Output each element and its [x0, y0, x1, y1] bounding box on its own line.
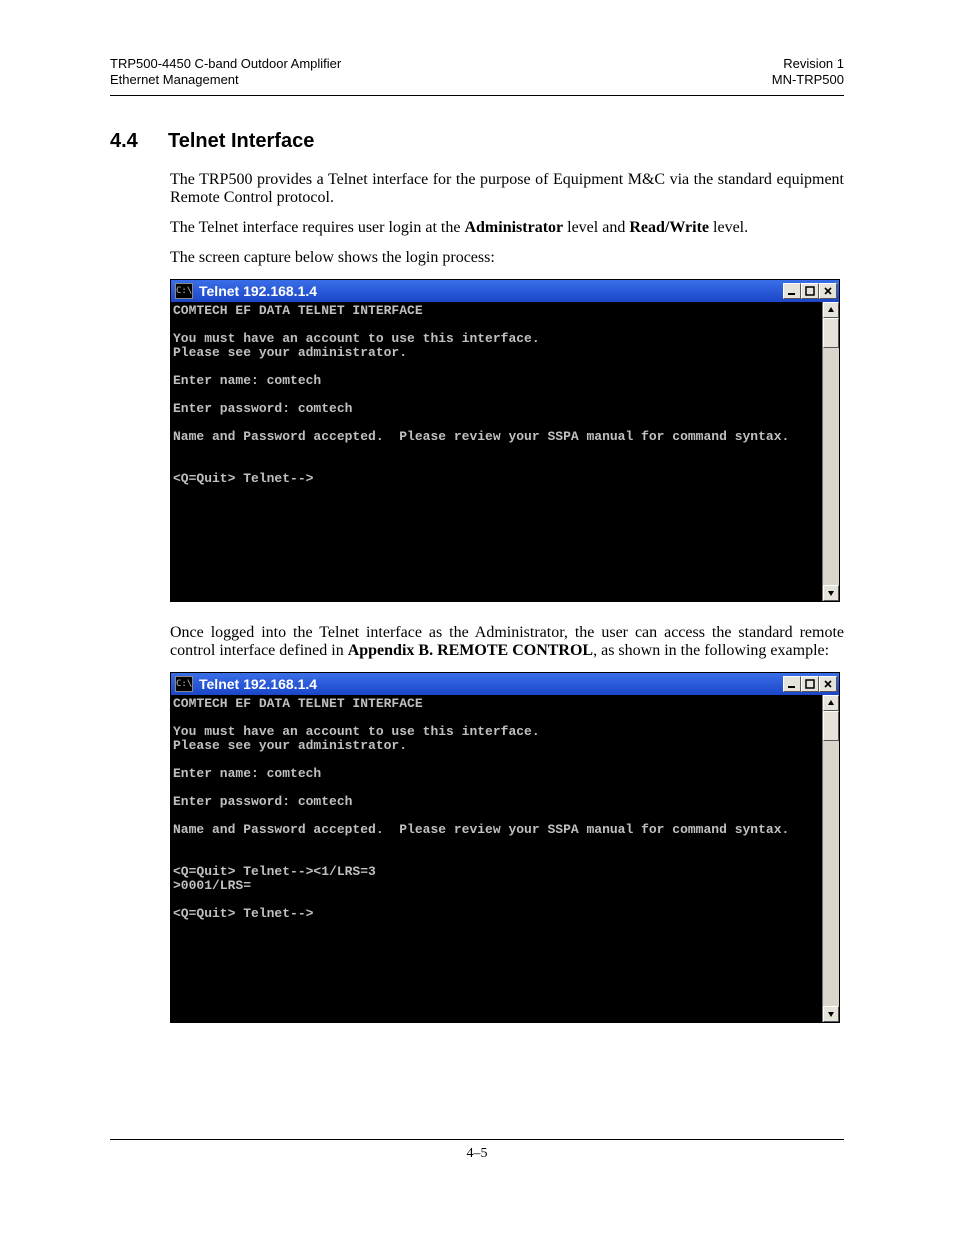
system-menu-icon[interactable]: C:\	[175, 676, 193, 692]
arrow-up-icon	[827, 306, 835, 314]
window-title: Telnet 192.168.1.4	[199, 283, 783, 299]
system-menu-icon[interactable]: C:\	[175, 283, 193, 299]
maximize-icon	[805, 679, 815, 689]
window-buttons	[783, 676, 837, 692]
scrollbar-thumb[interactable]	[823, 318, 839, 348]
arrow-down-icon	[827, 589, 835, 597]
arrow-down-icon	[827, 1010, 835, 1018]
header-left: TRP500-4450 C-band Outdoor Amplifier Eth…	[110, 56, 341, 89]
header-product: TRP500-4450 C-band Outdoor Amplifier	[110, 56, 341, 72]
paragraph-1: The TRP500 provides a Telnet interface f…	[170, 171, 844, 207]
titlebar[interactable]: C:\ Telnet 192.168.1.4	[171, 280, 839, 302]
minimize-icon	[787, 286, 797, 296]
scroll-up-button[interactable]	[823, 695, 839, 711]
scrollbar-track[interactable]	[823, 741, 839, 1006]
arrow-up-icon	[827, 699, 835, 707]
header-revision: Revision 1	[772, 56, 844, 72]
header-right: Revision 1 MN-TRP500	[772, 56, 844, 89]
text: level and	[563, 219, 629, 236]
scrollbar[interactable]	[822, 302, 839, 601]
bold-text: Administrator	[464, 219, 563, 236]
bold-text: Read/Write	[629, 219, 709, 236]
console-area: COMTECH EF DATA TELNET INTERFACE You mus…	[171, 695, 839, 1022]
section-number: 4.4	[110, 130, 168, 153]
text: , as shown in the following example:	[593, 642, 829, 659]
paragraph-2: The Telnet interface requires user login…	[170, 219, 844, 237]
header-docnum: MN-TRP500	[772, 72, 844, 88]
minimize-icon	[787, 679, 797, 689]
text: The Telnet interface requires user login…	[170, 219, 464, 236]
section-title: Telnet Interface	[168, 130, 314, 152]
scrollbar-track[interactable]	[823, 348, 839, 585]
console-output[interactable]: COMTECH EF DATA TELNET INTERFACE You mus…	[171, 302, 822, 601]
telnet-window-2: C:\ Telnet 192.168.1.4 COMTECH EF DATA T…	[170, 672, 840, 1023]
telnet-window-1: C:\ Telnet 192.168.1.4 COMTECH EF DATA T…	[170, 279, 840, 602]
body-text: The TRP500 provides a Telnet interface f…	[170, 171, 844, 1023]
scroll-up-button[interactable]	[823, 302, 839, 318]
titlebar[interactable]: C:\ Telnet 192.168.1.4	[171, 673, 839, 695]
maximize-button[interactable]	[801, 676, 819, 692]
close-icon	[823, 286, 833, 296]
console-area: COMTECH EF DATA TELNET INTERFACE You mus…	[171, 302, 839, 601]
page-footer: 4–5	[110, 1139, 844, 1162]
paragraph-4: Once logged into the Telnet interface as…	[170, 624, 844, 660]
console-output[interactable]: COMTECH EF DATA TELNET INTERFACE You mus…	[171, 695, 822, 1022]
close-button[interactable]	[819, 283, 837, 299]
minimize-button[interactable]	[783, 283, 801, 299]
page: TRP500-4450 C-band Outdoor Amplifier Eth…	[0, 0, 954, 1200]
header-rule	[110, 95, 844, 96]
maximize-icon	[805, 286, 815, 296]
page-number: 4–5	[467, 1146, 488, 1161]
section-heading: 4.4Telnet Interface	[110, 130, 844, 153]
paragraph-3: The screen capture below shows the login…	[170, 249, 844, 267]
page-header: TRP500-4450 C-band Outdoor Amplifier Eth…	[110, 56, 844, 89]
window-buttons	[783, 283, 837, 299]
header-chapter: Ethernet Management	[110, 72, 341, 88]
scroll-down-button[interactable]	[823, 585, 839, 601]
bold-text: Appendix B. REMOTE CONTROL	[348, 642, 593, 659]
footer-rule	[110, 1139, 844, 1140]
text: level.	[709, 219, 748, 236]
close-button[interactable]	[819, 676, 837, 692]
scroll-down-button[interactable]	[823, 1006, 839, 1022]
minimize-button[interactable]	[783, 676, 801, 692]
maximize-button[interactable]	[801, 283, 819, 299]
window-title: Telnet 192.168.1.4	[199, 676, 783, 692]
scrollbar-thumb[interactable]	[823, 711, 839, 741]
scrollbar[interactable]	[822, 695, 839, 1022]
close-icon	[823, 679, 833, 689]
